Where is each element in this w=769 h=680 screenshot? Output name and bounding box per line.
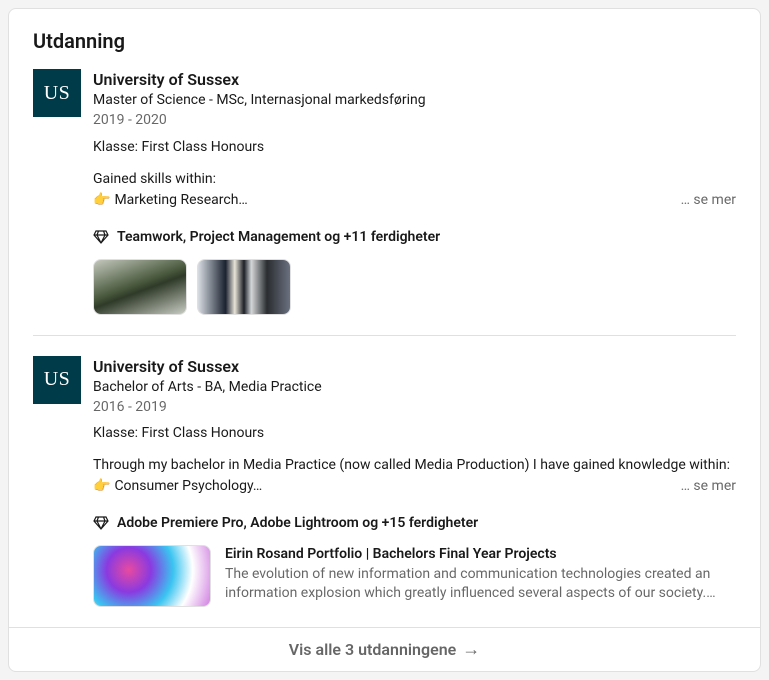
- date-range: 2019 - 2020: [93, 111, 736, 131]
- skills-link[interactable]: Teamwork, Project Management og +11 ferd…: [93, 229, 736, 245]
- diamond-icon: [93, 229, 109, 245]
- description-line-2: 👉Marketing Research…: [93, 190, 673, 211]
- education-item: US University of Sussex Master of Scienc…: [33, 69, 736, 335]
- media-thumbnail: [93, 545, 211, 607]
- education-item: US University of Sussex Bachelor of Arts…: [33, 335, 736, 628]
- education-body: University of Sussex Master of Science -…: [93, 69, 736, 315]
- skills-link[interactable]: Adobe Premiere Pro, Adobe Lightroom og +…: [93, 515, 736, 531]
- degree-text: Master of Science - MSc, Internasjonal m…: [93, 91, 736, 111]
- description-text: Marketing Research…: [114, 192, 247, 208]
- education-body: University of Sussex Bachelor of Arts - …: [93, 356, 736, 608]
- see-more-button[interactable]: … se mer: [673, 190, 736, 211]
- media-title: Eirin Rosand Portfolio | Bachelors Final…: [225, 545, 736, 565]
- show-all-educations-link[interactable]: Vis alle 3 utdanningene →: [9, 627, 760, 671]
- section-title: Utdanning: [33, 29, 736, 53]
- school-name[interactable]: University of Sussex: [93, 69, 736, 91]
- media-text-block: Eirin Rosand Portfolio | Bachelors Final…: [225, 545, 736, 607]
- media-with-text[interactable]: Eirin Rosand Portfolio | Bachelors Final…: [93, 545, 736, 607]
- description-line-2: 👉Consumer Psychology…: [93, 476, 673, 497]
- grade-text: Klasse: First Class Honours: [93, 139, 736, 155]
- description-block: Gained skills within: 👉Marketing Researc…: [93, 169, 736, 211]
- education-section-card: Utdanning US University of Sussex Master…: [8, 8, 761, 672]
- skills-text: Adobe Premiere Pro, Adobe Lightroom og +…: [117, 515, 478, 531]
- school-logo[interactable]: US: [33, 69, 81, 117]
- media-description: The evolution of new information and com…: [225, 565, 736, 604]
- footer-link-text: Vis alle 3 utdanningene: [289, 640, 457, 659]
- see-more-button[interactable]: … se mer: [673, 476, 736, 497]
- degree-text: Bachelor of Arts - BA, Media Practice: [93, 378, 736, 398]
- school-name[interactable]: University of Sussex: [93, 356, 736, 378]
- description-line-1: Gained skills within:: [93, 169, 736, 190]
- description-block: Through my bachelor in Media Practice (n…: [93, 455, 736, 497]
- diamond-icon: [93, 515, 109, 531]
- media-thumbnail[interactable]: [93, 259, 187, 315]
- skills-text: Teamwork, Project Management og +11 ferd…: [117, 229, 440, 245]
- date-range: 2016 - 2019: [93, 398, 736, 418]
- media-thumbnail[interactable]: [197, 259, 291, 315]
- media-row: [93, 259, 736, 315]
- description-text: Consumer Psychology…: [114, 478, 262, 494]
- arrow-right-icon: →: [462, 641, 480, 659]
- description-line-1: Through my bachelor in Media Practice (n…: [93, 455, 736, 476]
- pointing-right-icon: 👉: [93, 478, 110, 494]
- pointing-right-icon: 👉: [93, 192, 110, 208]
- grade-text: Klasse: First Class Honours: [93, 425, 736, 441]
- school-logo[interactable]: US: [33, 356, 81, 404]
